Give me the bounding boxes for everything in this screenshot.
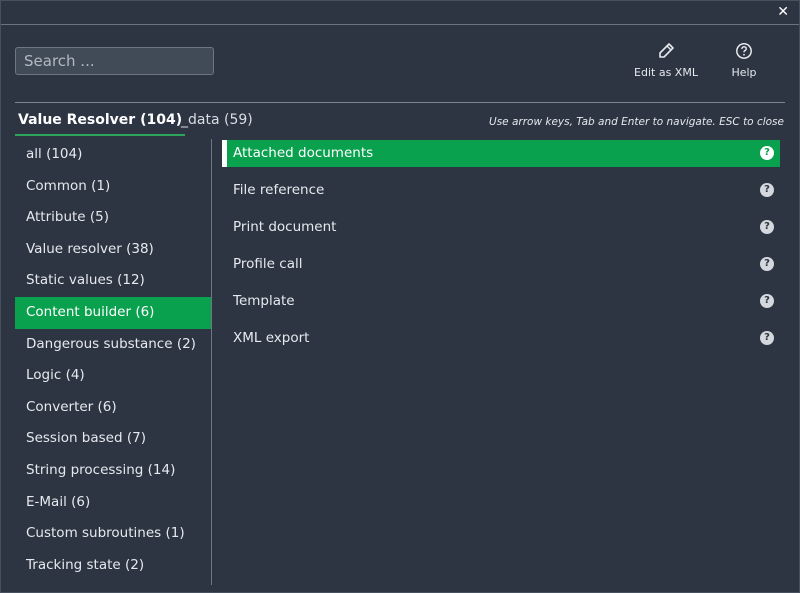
edit-as-xml-button[interactable]: Edit as XML [630,42,702,79]
item-label: Print document [233,219,337,235]
tab-value-resolver[interactable]: Value Resolver (104) [15,112,186,136]
item-label: Attached documents [233,145,374,161]
tab-data[interactable]: _data (59) [181,112,253,128]
list-item-attached-documents[interactable]: Attached documents ? [222,140,780,167]
list-item-template[interactable]: Template ? [222,288,780,315]
list-item-file-reference[interactable]: File reference ? [222,177,780,204]
help-icon[interactable]: ? [760,294,774,308]
item-label: Profile call [233,256,303,272]
help-icon[interactable]: ? [760,183,774,197]
navigation-hint: Use arrow keys, Tab and Enter to navigat… [489,116,784,128]
resolver-list: Attached documents ? File reference ? Pr… [222,140,780,362]
category-content-builder[interactable]: Content builder (6) [15,296,211,329]
category-sidebar: all (104) Common (1) Attribute (5) Value… [15,139,212,585]
category-value-resolver[interactable]: Value resolver (38) [15,234,211,266]
item-label: File reference [233,182,325,198]
close-icon[interactable]: ✕ [777,4,789,20]
help-icon[interactable]: ? [760,257,774,271]
item-label: XML export [233,330,310,346]
category-converter[interactable]: Converter (6) [15,392,211,424]
title-bar: ✕ [1,1,799,25]
help-label: Help [731,66,757,79]
pencil-icon [659,43,674,58]
category-tracking-state[interactable]: Tracking state (2) [15,550,211,582]
category-logic[interactable]: Logic (4) [15,360,211,392]
category-dangerous-substance[interactable]: Dangerous substance (2) [15,329,211,361]
help-button[interactable]: Help [726,42,762,79]
category-attribute[interactable]: Attribute (5) [15,202,211,234]
category-e-mail[interactable]: E-Mail (6) [15,487,211,519]
help-circle-icon [736,43,752,59]
help-icon[interactable]: ? [760,146,774,160]
edit-as-xml-label: Edit as XML [634,66,698,79]
header-divider [15,102,785,103]
category-session-based[interactable]: Session based (7) [15,423,211,455]
help-icon[interactable]: ? [760,220,774,234]
search-input[interactable] [15,47,214,75]
list-item-xml-export[interactable]: XML export ? [222,325,780,352]
category-string-processing[interactable]: String processing (14) [15,455,211,487]
item-label: Template [233,293,295,309]
list-item-print-document[interactable]: Print document ? [222,214,780,241]
list-item-profile-call[interactable]: Profile call ? [222,251,780,278]
category-static-values[interactable]: Static values (12) [15,265,211,297]
help-icon[interactable]: ? [760,331,774,345]
category-common[interactable]: Common (1) [15,171,211,203]
category-custom-subroutines[interactable]: Custom subroutines (1) [15,518,211,550]
category-all[interactable]: all (104) [15,139,211,171]
